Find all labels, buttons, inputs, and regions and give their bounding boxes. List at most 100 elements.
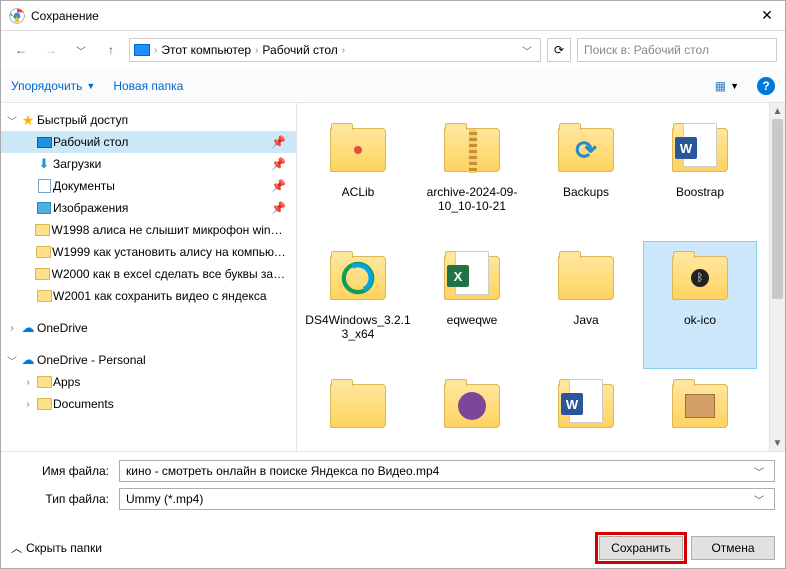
breadcrumb: Этот компьютер › Рабочий стол › xyxy=(161,43,514,57)
tree-item[interactable]: Документы 📌 xyxy=(1,175,296,197)
file-name: Java xyxy=(573,313,598,327)
tree-item[interactable]: W1998 алиса не слышит микрофон windows xyxy=(1,219,296,241)
tree-label: Быстрый доступ xyxy=(37,113,128,127)
tree-item[interactable]: W2001 как сохранить видео с яндекса xyxy=(1,285,296,307)
file-item[interactable]: Xeqweqwe xyxy=(415,241,529,369)
forward-button[interactable]: → xyxy=(39,38,63,62)
tree-label: W1998 алиса не слышит микрофон windows xyxy=(51,223,286,237)
help-button[interactable]: ? xyxy=(757,77,775,95)
file-item[interactable]: ᛒok-ico xyxy=(643,241,757,369)
folder-icon xyxy=(330,384,386,428)
tree-label: OneDrive - Personal xyxy=(37,353,146,367)
tree-item[interactable]: ⬇Загрузки📌 xyxy=(1,153,296,175)
folder-icon xyxy=(37,376,52,388)
view-button[interactable]: ▦▼ xyxy=(715,79,739,93)
downloads-icon: ⬇ xyxy=(39,156,50,172)
hide-folders-label: Скрыть папки xyxy=(26,541,102,555)
scroll-down-icon[interactable]: ▼ xyxy=(770,435,785,451)
file-item[interactable]: archive-2024-09-10_10-10-21 xyxy=(415,113,529,241)
expand-icon[interactable]: › xyxy=(5,323,19,334)
chevron-down-icon[interactable]: ﹀ xyxy=(750,492,768,507)
search-placeholder: Поиск в: Рабочий стол xyxy=(584,43,709,57)
organize-button[interactable]: Упорядочить▼ xyxy=(11,79,95,93)
collapse-icon[interactable]: ﹀ xyxy=(5,113,19,128)
folder-icon xyxy=(444,128,500,172)
new-folder-button[interactable]: Новая папка xyxy=(113,79,183,93)
filetype-select[interactable]: Ummy (*.mp4) ﹀ xyxy=(119,488,775,510)
file-name: eqweqwe xyxy=(447,313,498,327)
document-icon xyxy=(38,179,51,193)
tree-label: W2001 как сохранить видео с яндекса xyxy=(53,289,267,303)
tree-item[interactable]: › Apps xyxy=(1,371,296,393)
tree-label: W2000 как в excel сделать все буквы загл… xyxy=(52,267,286,281)
hide-folders-button[interactable]: ︿ Скрыть папки xyxy=(11,540,102,556)
file-item[interactable]: DS4Windows_3.2.13_x64 xyxy=(301,241,415,369)
filetype-value: Ummy (*.mp4) xyxy=(126,492,750,506)
filename-label: Имя файла: xyxy=(11,464,119,478)
file-item[interactable]: ⟳Backups xyxy=(529,113,643,241)
tree-item[interactable]: W2000 как в excel сделать все буквы загл… xyxy=(1,263,296,285)
up-button[interactable]: ↑ xyxy=(99,38,123,62)
cloud-icon: ☁ xyxy=(22,352,35,368)
expand-icon[interactable]: › xyxy=(21,399,35,410)
address-dropdown[interactable]: ﹀ xyxy=(518,43,536,58)
chevron-up-icon: ︿ xyxy=(11,540,22,556)
folder-icon xyxy=(37,290,52,302)
cloud-icon: ☁ xyxy=(22,320,35,336)
star-icon: ★ xyxy=(22,112,35,129)
chevron-down-icon[interactable]: ﹀ xyxy=(750,464,768,479)
pin-icon: 📌 xyxy=(271,201,286,215)
expand-icon[interactable]: › xyxy=(21,377,35,388)
file-item[interactable]: W xyxy=(529,369,643,451)
refresh-button[interactable]: ⟳ xyxy=(547,38,571,62)
file-item[interactable]: ACLib xyxy=(301,113,415,241)
cancel-button[interactable]: Отмена xyxy=(691,536,775,560)
tree-onedrive[interactable]: › ☁ OneDrive xyxy=(1,317,296,339)
tree-label: Документы xyxy=(53,179,115,193)
filename-input[interactable]: кино - смотреть онлайн в поиске Яндекса … xyxy=(119,460,775,482)
file-item[interactable]: Java xyxy=(529,241,643,369)
back-button[interactable]: ← xyxy=(9,38,33,62)
chevron-right-icon: › xyxy=(342,45,345,56)
file-item[interactable]: W Boostrap xyxy=(643,113,757,241)
chrome-icon xyxy=(9,8,25,24)
file-item[interactable] xyxy=(643,369,757,451)
view-icon: ▦ xyxy=(715,79,726,93)
tree-item[interactable]: › Documents xyxy=(1,393,296,415)
breadcrumb-item[interactable]: Этот компьютер xyxy=(161,43,251,57)
scroll-thumb[interactable] xyxy=(772,119,783,299)
scrollbar[interactable]: ▲ ▼ xyxy=(769,103,785,451)
footer: ︿ Скрыть папки Сохранить Отмена xyxy=(1,526,785,568)
file-name: Boostrap xyxy=(676,185,724,199)
tree-label: Documents xyxy=(53,397,114,411)
tree-item[interactable]: Изображения📌 xyxy=(1,197,296,219)
tree-label: W1999 как установить алису на компьютер xyxy=(52,245,286,259)
file-name: ACLib xyxy=(342,185,375,199)
save-button[interactable]: Сохранить xyxy=(599,536,683,560)
scroll-track[interactable] xyxy=(770,119,785,435)
word-icon: W xyxy=(675,137,697,159)
tree-quick-access[interactable]: ﹀ ★ Быстрый доступ xyxy=(1,109,296,131)
word-icon: W xyxy=(561,393,583,415)
chevron-right-icon: › xyxy=(255,45,258,56)
pin-icon: 📌 xyxy=(271,157,286,171)
file-item[interactable] xyxy=(301,369,415,451)
search-input[interactable]: Поиск в: Рабочий стол xyxy=(577,38,777,62)
breadcrumb-item[interactable]: Рабочий стол xyxy=(262,43,337,57)
tree-item[interactable]: W1999 как установить алису на компьютер xyxy=(1,241,296,263)
pin-icon: 📌 xyxy=(271,179,286,193)
tree-onedrive-personal[interactable]: ﹀ ☁ OneDrive - Personal xyxy=(1,349,296,371)
pin-icon: 📌 xyxy=(271,135,286,149)
tree-label: Apps xyxy=(53,375,80,389)
scroll-up-icon[interactable]: ▲ xyxy=(770,103,785,119)
file-item[interactable] xyxy=(415,369,529,451)
navigation-tree: ﹀ ★ Быстрый доступ Рабочий стол📌⬇Загрузк… xyxy=(1,103,297,451)
address-bar[interactable]: › Этот компьютер › Рабочий стол › ﹀ xyxy=(129,38,541,62)
close-button[interactable]: ✕ xyxy=(757,7,777,24)
folder-icon xyxy=(35,268,50,280)
chevron-down-icon: ▼ xyxy=(730,81,739,91)
tree-item[interactable]: Рабочий стол📌 xyxy=(1,131,296,153)
recent-dropdown[interactable]: ﹀ xyxy=(69,38,93,62)
file-name: archive-2024-09-10_10-10-21 xyxy=(417,185,527,214)
collapse-icon[interactable]: ﹀ xyxy=(5,353,19,368)
